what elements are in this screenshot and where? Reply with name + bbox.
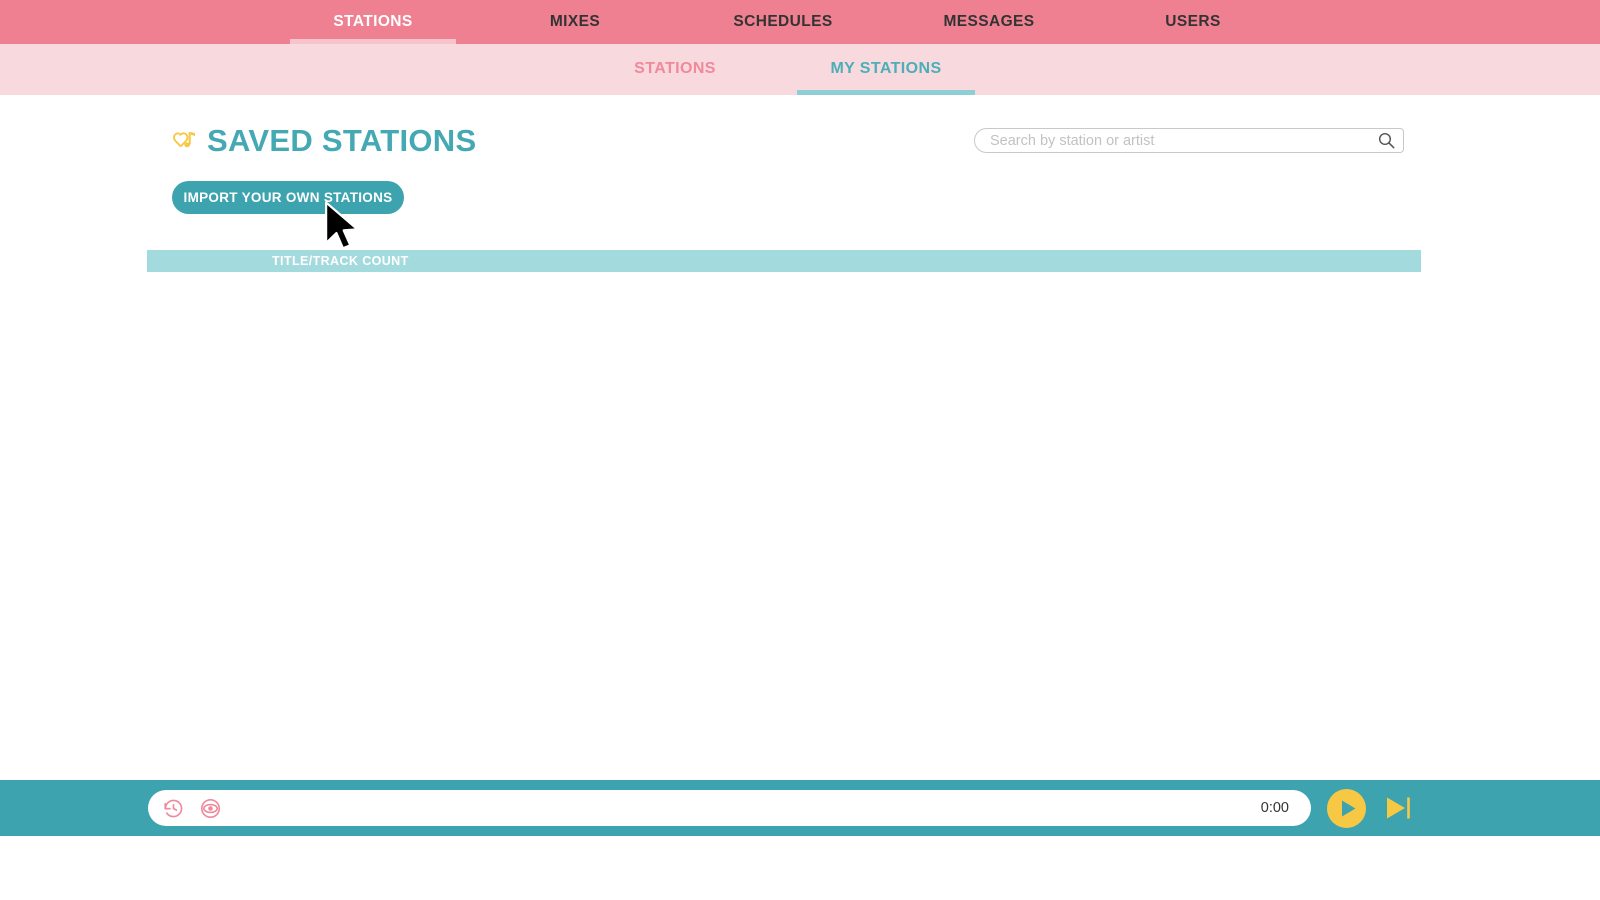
nav-item-label: STATIONS [333, 13, 412, 30]
column-header-title-track-count: TITLE/TRACK COUNT [272, 250, 409, 272]
footer-spacer [0, 836, 1600, 900]
sub-navigation-bar: STATIONS MY STATIONS [0, 44, 1600, 95]
search-bar[interactable] [974, 128, 1404, 153]
player-time: 0:00 [1261, 790, 1289, 826]
player-track-icons [148, 797, 222, 820]
search-button[interactable] [1369, 129, 1403, 152]
nav-item-messages[interactable]: MESSAGES [906, 0, 1072, 44]
history-rewind-button[interactable] [162, 797, 185, 820]
main-content: SAVED STATIONS IMPORT YOUR OWN STATIONS … [0, 95, 1600, 795]
history-rewind-icon [162, 797, 185, 820]
top-navigation-bar: STATIONS MIXES SCHEDULES MESSAGES USERS [0, 0, 1600, 44]
eye-icon [199, 797, 222, 820]
subnav-item-my-stations[interactable]: MY STATIONS [797, 44, 975, 95]
subnav-item-label: MY STATIONS [830, 60, 941, 77]
search-icon [1377, 131, 1396, 150]
nav-item-users[interactable]: USERS [1110, 0, 1276, 44]
nav-item-label: MIXES [550, 13, 600, 30]
page-title-row: SAVED STATIONS [170, 123, 476, 159]
audio-player-bar: 0:00 [0, 780, 1600, 836]
play-button[interactable] [1326, 788, 1367, 829]
stations-table-header: TITLE/TRACK COUNT [147, 250, 1421, 272]
stations-table-body [147, 272, 1421, 772]
nav-item-label: MESSAGES [943, 13, 1034, 30]
nav-item-label: USERS [1165, 13, 1220, 30]
preview-eye-button[interactable] [199, 797, 222, 820]
nav-item-mixes[interactable]: MIXES [492, 0, 658, 44]
play-icon [1326, 788, 1367, 829]
import-your-own-stations-button[interactable]: IMPORT YOUR OWN STATIONS [172, 181, 404, 214]
nav-item-schedules[interactable]: SCHEDULES [700, 0, 866, 44]
nav-item-label: SCHEDULES [733, 13, 832, 30]
subnav-item-label: STATIONS [634, 60, 716, 77]
nav-item-stations[interactable]: STATIONS [290, 0, 456, 44]
player-progress-track[interactable]: 0:00 [148, 790, 1311, 826]
search-input[interactable] [975, 129, 1369, 152]
page-title: SAVED STATIONS [207, 123, 476, 159]
skip-next-icon [1383, 794, 1415, 822]
subnav-item-stations[interactable]: STATIONS [600, 44, 750, 95]
skip-next-button[interactable] [1383, 794, 1415, 822]
heart-music-note-icon [170, 127, 198, 155]
